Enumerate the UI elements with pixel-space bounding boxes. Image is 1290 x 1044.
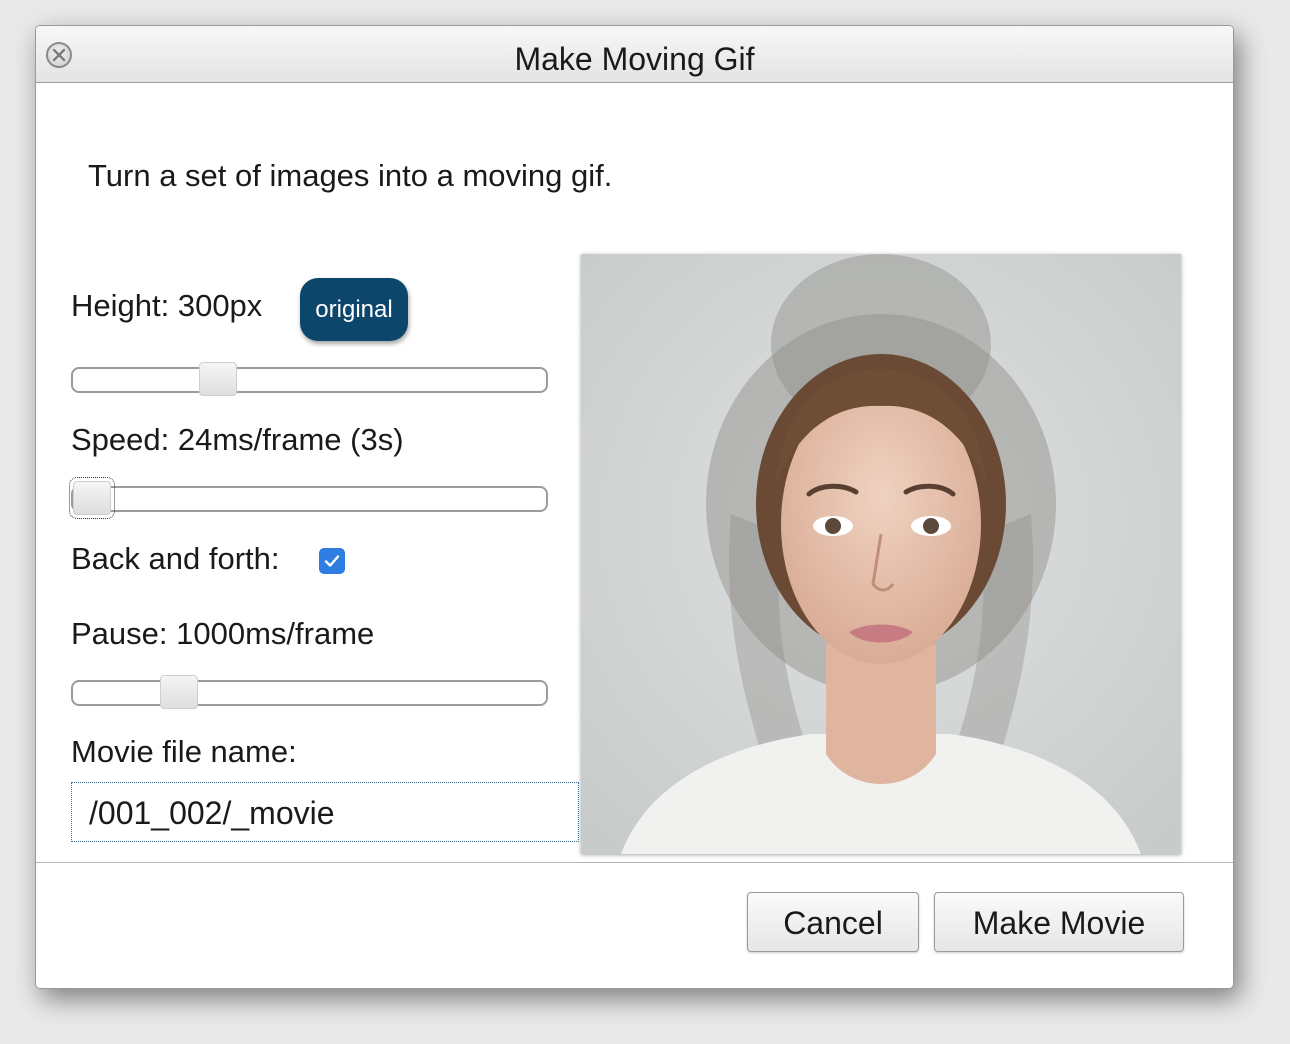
height-slider-thumb[interactable] (199, 362, 237, 396)
speed-slider[interactable] (69, 477, 548, 519)
intro-text: Turn a set of images into a moving gif. (88, 158, 613, 193)
movie-file-name-label: Movie file name: (71, 734, 297, 769)
speed-slider-thumb[interactable] (69, 477, 115, 519)
back-and-forth-label: Back and forth: (71, 541, 280, 576)
make-moving-gif-dialog: Make Moving Gif Turn a set of images int… (35, 25, 1234, 989)
checkmark-icon (324, 555, 340, 567)
pause-slider[interactable] (71, 675, 548, 709)
footer-divider (36, 862, 1233, 863)
gif-preview-image (581, 254, 1181, 854)
back-and-forth-checkbox[interactable] (319, 548, 345, 574)
pause-slider-thumb[interactable] (160, 675, 198, 709)
cancel-button[interactable]: Cancel (747, 892, 919, 952)
height-slider[interactable] (71, 362, 548, 396)
titlebar: Make Moving Gif (36, 26, 1233, 83)
pause-label: Pause: 1000ms/frame (71, 616, 375, 651)
height-label: Height: 300px (71, 288, 263, 323)
speed-label: Speed: 24ms/frame (3s) (71, 422, 404, 457)
face-preview-illustration (581, 254, 1181, 854)
movie-file-name-input[interactable]: /001_002/_movie (71, 782, 579, 842)
dialog-title: Make Moving Gif (514, 41, 755, 77)
make-movie-button[interactable]: Make Movie (934, 892, 1184, 952)
original-button[interactable]: original (300, 278, 408, 341)
